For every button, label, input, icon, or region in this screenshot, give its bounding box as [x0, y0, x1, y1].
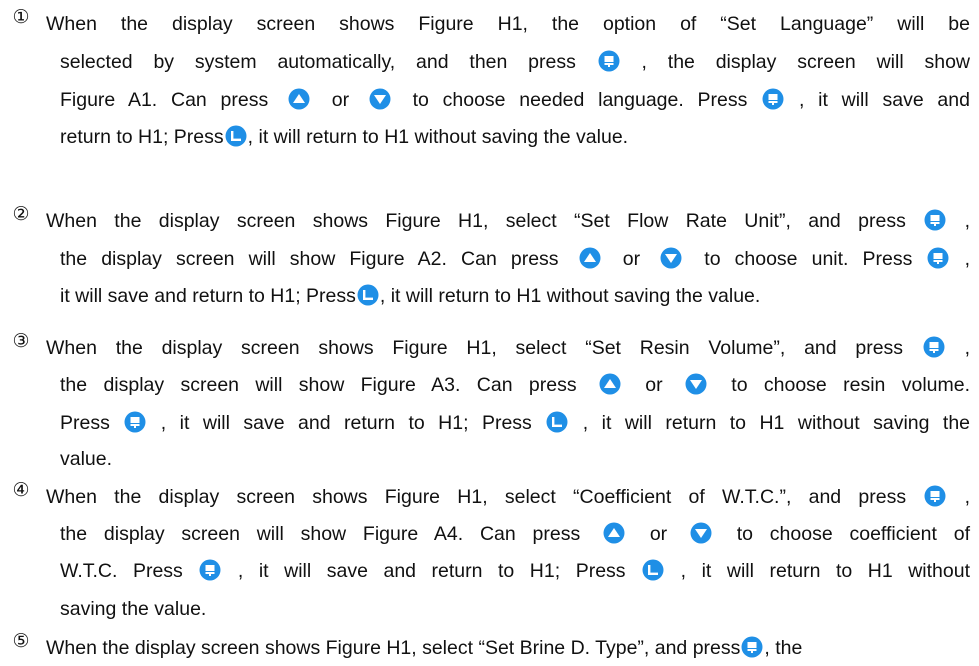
item-number: ① — [12, 6, 30, 28]
down-arrow-icon — [660, 247, 682, 269]
item-number: ② — [12, 203, 30, 225]
down-arrow-icon — [685, 373, 707, 395]
text-run: selected by system automatically, and th… — [60, 51, 576, 73]
return-icon — [642, 559, 664, 581]
text-run: , the display screen will show — [641, 51, 970, 73]
item-number: ③ — [12, 330, 30, 352]
text-line: selected by system automatically, and th… — [60, 44, 970, 80]
menu-enter-icon — [927, 247, 949, 269]
return-icon — [225, 125, 247, 147]
text-run: or — [331, 89, 350, 111]
up-arrow-icon — [599, 373, 621, 395]
text-run: the display screen will show Figure A3. … — [60, 374, 577, 396]
return-icon — [546, 411, 568, 433]
text-line: it will save and return to H1; Press , i… — [60, 278, 970, 314]
down-arrow-icon — [369, 88, 391, 110]
menu-enter-icon — [762, 88, 784, 110]
text-run: , it will return to H1 without — [680, 560, 971, 582]
text-run: , — [964, 248, 970, 270]
text-line: W.T.C. Press , it will save and return t… — [60, 553, 970, 589]
up-arrow-icon — [288, 88, 310, 110]
menu-enter-icon — [924, 209, 946, 231]
text-line: When the display screen shows Figure H1,… — [46, 630, 970, 666]
text-line: When the display screen shows Figure H1,… — [46, 6, 970, 42]
text-run: return to H1; Press — [60, 126, 224, 148]
text-line: When the display screen shows Figure H1,… — [46, 479, 970, 515]
return-icon — [357, 284, 379, 306]
text-run: , it will save and return to H1; Press — [160, 412, 532, 434]
text-run: When the display screen shows Figure H1,… — [46, 13, 970, 35]
text-run: , — [964, 337, 970, 359]
text-run: W.T.C. Press — [60, 560, 183, 582]
text-run: or — [622, 248, 641, 270]
text-run: , it will return to H1 without saving th… — [247, 126, 629, 148]
text-run: to choose coefficient of — [736, 523, 970, 545]
text-run: Press — [60, 412, 110, 434]
text-run: it will save and return to H1; Press — [60, 285, 356, 307]
menu-enter-icon — [598, 50, 620, 72]
text-run: When the display screen shows Figure H1,… — [46, 486, 907, 508]
text-line: When the display screen shows Figure H1,… — [46, 330, 970, 366]
menu-enter-icon — [124, 411, 146, 433]
up-arrow-icon — [579, 247, 601, 269]
text-run: to choose needed language. Press — [412, 89, 748, 111]
instruction-document: ① When the display screen shows Figure H1… — [0, 0, 979, 659]
text-run: to choose unit. Press — [704, 248, 913, 270]
text-line: When the display screen shows Figure H1,… — [46, 203, 970, 239]
text-run: When the display screen shows Figure H1,… — [46, 337, 904, 359]
menu-enter-icon — [923, 336, 945, 358]
text-line: saving the value. — [60, 591, 970, 627]
text-run: When the display screen shows Figure H1,… — [46, 210, 906, 232]
text-run: saving the value. — [60, 598, 207, 620]
item-number: ⑤ — [12, 630, 30, 652]
text-line: return to H1; Press , it will return to … — [60, 119, 970, 155]
text-run: the display screen will show Figure A2. … — [60, 248, 559, 270]
text-run: , it will save and — [798, 89, 970, 111]
menu-enter-icon — [741, 636, 763, 658]
text-run: , — [964, 486, 971, 508]
menu-enter-icon — [924, 485, 946, 507]
menu-enter-icon — [199, 559, 221, 581]
text-run: , — [964, 210, 971, 232]
text-run: or — [649, 523, 668, 545]
text-run: , it will return to H1 without saving th… — [379, 285, 761, 307]
text-line: the display screen will show Figure A3. … — [60, 367, 970, 403]
item-number: ④ — [12, 479, 30, 501]
text-run: the display screen will show Figure A4. … — [60, 523, 581, 545]
down-arrow-icon — [690, 522, 712, 544]
text-line: Figure A1. Can press or to choose needed… — [60, 82, 970, 118]
text-run: Figure A1. Can press — [60, 89, 269, 111]
text-run: value. — [60, 448, 113, 470]
text-run: , it will save and return to H1; Press — [237, 560, 626, 582]
up-arrow-icon — [603, 522, 625, 544]
text-line: value. — [60, 441, 970, 477]
text-run: , it will return to H1 without saving th… — [582, 412, 971, 434]
text-run: , the — [764, 637, 803, 659]
text-run: to choose resin volume. — [731, 374, 970, 396]
text-line: the display screen will show Figure A4. … — [60, 516, 970, 552]
text-line: the display screen will show Figure A2. … — [60, 241, 970, 277]
text-run: When the display screen shows Figure H1,… — [46, 637, 741, 659]
text-run: or — [645, 374, 663, 396]
text-line: Press , it will save and return to H1; P… — [60, 405, 970, 441]
